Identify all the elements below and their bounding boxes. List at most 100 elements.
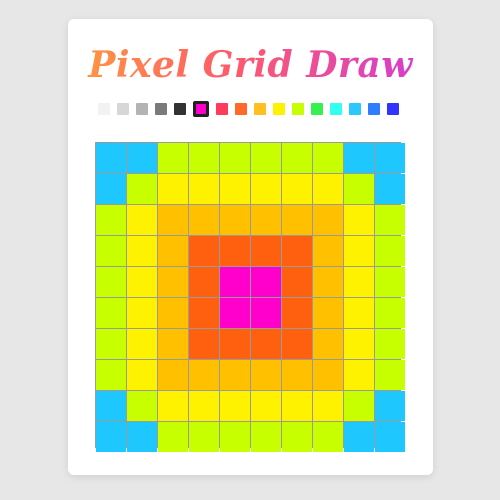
pixel-cell[interactable] (158, 267, 188, 297)
pixel-cell[interactable] (220, 422, 250, 452)
pixel-cell[interactable] (251, 205, 281, 235)
pixel-cell[interactable] (96, 391, 126, 421)
pixel-cell[interactable] (96, 329, 126, 359)
pixel-cell[interactable] (282, 143, 312, 173)
color-swatch[interactable] (136, 103, 148, 115)
pixel-cell[interactable] (375, 143, 405, 173)
pixel-cell[interactable] (344, 143, 374, 173)
pixel-cell[interactable] (282, 205, 312, 235)
pixel-cell[interactable] (251, 267, 281, 297)
pixel-cell[interactable] (282, 391, 312, 421)
pixel-cell[interactable] (251, 174, 281, 204)
pixel-cell[interactable] (158, 143, 188, 173)
pixel-cell[interactable] (96, 143, 126, 173)
pixel-cell[interactable] (96, 360, 126, 390)
color-swatch[interactable] (273, 103, 285, 115)
color-swatch[interactable] (98, 103, 110, 115)
pixel-cell[interactable] (313, 329, 343, 359)
pixel-cell[interactable] (313, 205, 343, 235)
pixel-cell[interactable] (251, 360, 281, 390)
pixel-cell[interactable] (127, 267, 157, 297)
pixel-cell[interactable] (282, 267, 312, 297)
pixel-cell[interactable] (375, 174, 405, 204)
pixel-cell[interactable] (375, 236, 405, 266)
pixel-cell[interactable] (96, 236, 126, 266)
color-swatch[interactable] (311, 103, 323, 115)
pixel-cell[interactable] (251, 422, 281, 452)
pixel-cell[interactable] (189, 267, 219, 297)
pixel-cell[interactable] (282, 329, 312, 359)
pixel-cell[interactable] (127, 329, 157, 359)
pixel-cell[interactable] (344, 205, 374, 235)
pixel-cell[interactable] (189, 143, 219, 173)
pixel-cell[interactable] (282, 236, 312, 266)
pixel-cell[interactable] (127, 360, 157, 390)
pixel-cell[interactable] (96, 205, 126, 235)
pixel-cell[interactable] (127, 236, 157, 266)
color-swatch[interactable] (330, 103, 342, 115)
pixel-cell[interactable] (189, 329, 219, 359)
pixel-cell[interactable] (220, 205, 250, 235)
pixel-cell[interactable] (158, 205, 188, 235)
pixel-cell[interactable] (189, 360, 219, 390)
pixel-cell[interactable] (375, 205, 405, 235)
pixel-cell[interactable] (375, 267, 405, 297)
pixel-cell[interactable] (127, 143, 157, 173)
pixel-cell[interactable] (127, 174, 157, 204)
pixel-cell[interactable] (313, 236, 343, 266)
pixel-cell[interactable] (344, 422, 374, 452)
pixel-cell[interactable] (189, 391, 219, 421)
pixel-cell[interactable] (313, 391, 343, 421)
pixel-cell[interactable] (282, 422, 312, 452)
pixel-cell[interactable] (313, 143, 343, 173)
pixel-cell[interactable] (251, 236, 281, 266)
pixel-cell[interactable] (158, 298, 188, 328)
color-swatch[interactable] (155, 103, 167, 115)
pixel-cell[interactable] (158, 236, 188, 266)
pixel-cell[interactable] (375, 391, 405, 421)
color-swatch[interactable] (387, 103, 399, 115)
pixel-cell[interactable] (344, 236, 374, 266)
pixel-cell[interactable] (189, 205, 219, 235)
color-swatch[interactable] (292, 103, 304, 115)
color-swatch[interactable] (368, 103, 380, 115)
pixel-cell[interactable] (375, 329, 405, 359)
pixel-cell[interactable] (189, 236, 219, 266)
color-swatch[interactable] (174, 103, 186, 115)
pixel-cell[interactable] (220, 391, 250, 421)
pixel-cell[interactable] (251, 329, 281, 359)
pixel-cell[interactable] (375, 298, 405, 328)
color-swatch[interactable] (349, 103, 361, 115)
pixel-cell[interactable] (220, 329, 250, 359)
pixel-cell[interactable] (189, 174, 219, 204)
pixel-cell[interactable] (282, 298, 312, 328)
pixel-cell[interactable] (313, 298, 343, 328)
pixel-cell[interactable] (220, 236, 250, 266)
pixel-cell[interactable] (158, 174, 188, 204)
color-swatch[interactable] (117, 103, 129, 115)
pixel-cell[interactable] (344, 174, 374, 204)
pixel-cell[interactable] (96, 298, 126, 328)
pixel-cell[interactable] (220, 267, 250, 297)
pixel-cell[interactable] (189, 298, 219, 328)
pixel-cell[interactable] (344, 329, 374, 359)
pixel-cell[interactable] (127, 205, 157, 235)
pixel-cell[interactable] (313, 267, 343, 297)
pixel-cell[interactable] (220, 298, 250, 328)
pixel-cell[interactable] (313, 422, 343, 452)
pixel-cell[interactable] (96, 174, 126, 204)
pixel-cell[interactable] (158, 422, 188, 452)
pixel-cell[interactable] (158, 360, 188, 390)
pixel-cell[interactable] (127, 422, 157, 452)
pixel-cell[interactable] (344, 391, 374, 421)
color-swatch-selected[interactable] (193, 101, 209, 117)
pixel-cell[interactable] (313, 174, 343, 204)
pixel-grid[interactable] (95, 142, 405, 452)
pixel-cell[interactable] (96, 267, 126, 297)
pixel-cell[interactable] (127, 298, 157, 328)
pixel-cell[interactable] (220, 360, 250, 390)
color-swatch[interactable] (235, 103, 247, 115)
color-swatch[interactable] (254, 103, 266, 115)
pixel-cell[interactable] (158, 329, 188, 359)
pixel-cell[interactable] (344, 298, 374, 328)
